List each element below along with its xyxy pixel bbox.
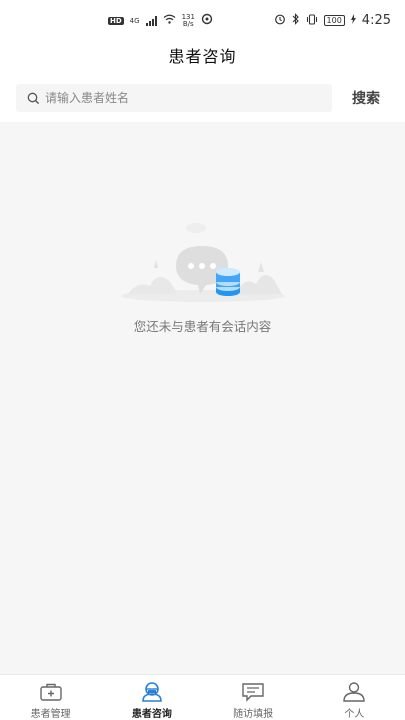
tab-label: 患者咨询 [131, 709, 172, 720]
tab-label: 随访填报 [233, 709, 274, 720]
tab-label: 患者管理 [30, 709, 71, 720]
empty-state-message: 您还未与患者有会话内容 [133, 319, 272, 334]
wifi-icon [163, 14, 176, 27]
app-root: HD 4G 131 B/s 100 4:25 患者咨询 请输入患者姓名 搜索 您… [0, 0, 405, 720]
status-bar: HD 4G 131 B/s 100 4:25 [0, 0, 405, 40]
battery-icon: 100 [323, 15, 345, 26]
bottom-tab-bar: 患者管理 患者咨询 随访填报 个人 [0, 674, 405, 720]
vibrate-icon [306, 13, 318, 28]
search-icon [21, 86, 45, 110]
tab-patient-consultation[interactable]: 患者咨询 [101, 675, 202, 720]
net-speed-unit: B/s [182, 19, 194, 28]
net-speed: 131 B/s [182, 13, 195, 28]
message-form-icon [240, 681, 266, 703]
bluetooth-icon [292, 13, 300, 28]
hd-badge: HD [108, 16, 124, 25]
tab-patient-management[interactable]: 患者管理 [0, 675, 101, 720]
app-notification-icon [201, 13, 213, 28]
tab-profile[interactable]: 个人 [304, 675, 405, 720]
search-input[interactable] [45, 91, 332, 105]
search-box[interactable] [16, 84, 332, 112]
signal-icon [145, 15, 157, 26]
network-type: 4G [129, 16, 140, 25]
page-header: 患者咨询 [0, 40, 405, 76]
status-time: 4:25 [361, 13, 391, 28]
charging-icon [350, 14, 356, 27]
doctor-chat-icon [139, 681, 165, 703]
status-right: 100 4:25 [274, 13, 391, 28]
medical-kit-icon [38, 681, 64, 703]
alarm-icon [274, 13, 286, 28]
search-button[interactable]: 搜索 [352, 88, 380, 108]
empty-chat-illustration [118, 210, 288, 305]
tab-label: 个人 [344, 709, 365, 720]
tab-follow-up[interactable]: 随访填报 [203, 675, 304, 720]
search-bar: 搜索 [0, 76, 405, 122]
person-icon [341, 681, 367, 703]
page-title: 患者咨询 [168, 47, 237, 66]
status-left: HD 4G 131 B/s [108, 13, 213, 28]
